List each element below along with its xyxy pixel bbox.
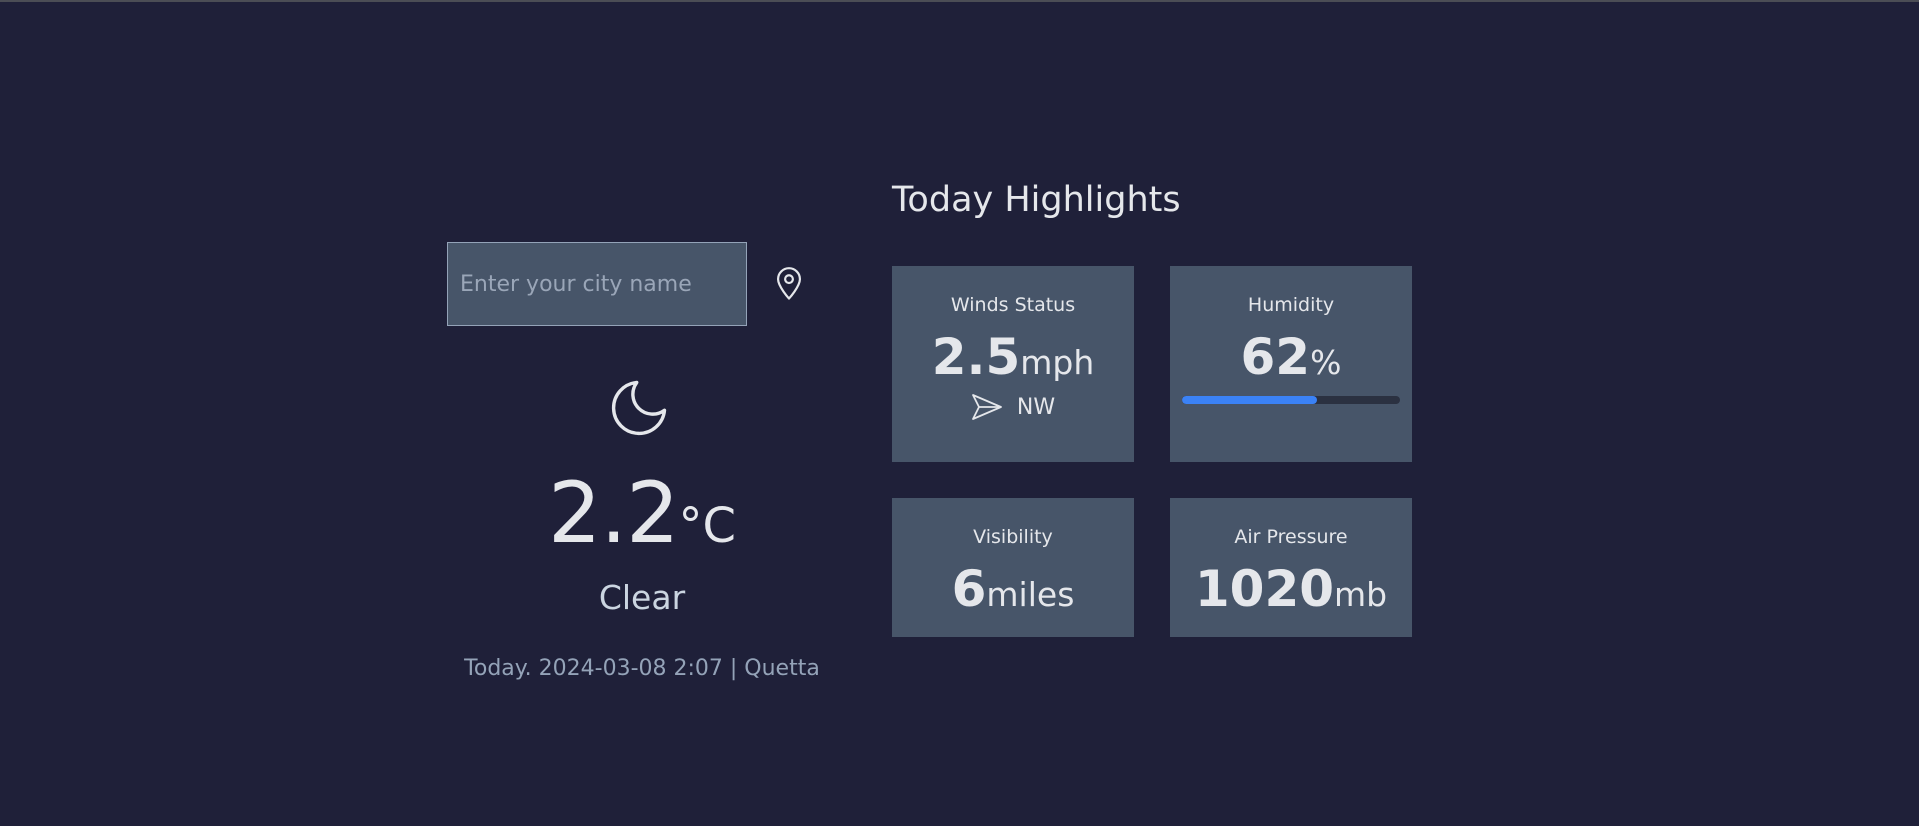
humidity-card-label: Humidity [1247, 294, 1335, 316]
visibility-card-label: Visibility [973, 526, 1053, 548]
weather-condition: Clear [598, 578, 686, 617]
humidity-unit: % [1310, 343, 1342, 382]
window-top-border [0, 0, 1919, 2]
location-button[interactable] [769, 264, 809, 304]
humidity-value-row: 62% [1170, 328, 1412, 386]
moon-icon [605, 374, 673, 442]
wind-direction-text: NW [1016, 394, 1056, 420]
temperature-value: 2.2 [547, 464, 680, 562]
air-pressure-value: 1020 [1194, 560, 1335, 618]
visibility-unit: miles [986, 575, 1075, 614]
wind-speed-value: 2.5 [931, 328, 1021, 386]
temperature-unit: °C [678, 498, 737, 554]
current-weather-panel: 2.2°C Clear Today. 2024-03-08 2:07 | Que… [447, 242, 820, 692]
visibility-value: 6 [951, 560, 987, 618]
temperature-display: 2.2°C [447, 464, 837, 562]
air-pressure-card-label: Air Pressure [1234, 526, 1348, 548]
wind-direction-row: NW [892, 392, 1134, 422]
humidity-card: Humidity 62% [1170, 266, 1412, 462]
date-location-text: Today. 2024-03-08 2:07 | Quetta [464, 656, 820, 681]
air-pressure-unit: mb [1334, 575, 1388, 614]
humidity-progress-bar [1182, 396, 1400, 404]
air-pressure-card: Air Pressure 1020mb [1170, 498, 1412, 637]
visibility-value-row: 6miles [892, 560, 1134, 618]
wind-card: Winds Status 2.5mph NW [892, 266, 1134, 462]
highlights-section: Today Highlights [892, 180, 1412, 220]
air-pressure-value-row: 1020mb [1170, 560, 1412, 618]
wind-speed-unit: mph [1020, 343, 1095, 382]
send-arrow-icon [971, 394, 1002, 420]
search-row [447, 242, 809, 326]
humidity-progress-fill [1182, 396, 1318, 404]
city-search-input[interactable] [447, 242, 747, 326]
highlights-title: Today Highlights [892, 180, 1181, 220]
visibility-card: Visibility 6miles [892, 498, 1134, 637]
map-pin-icon [776, 267, 802, 300]
wind-card-label: Winds Status [950, 294, 1076, 316]
humidity-value: 62 [1240, 328, 1311, 386]
wind-value-row: 2.5mph [892, 328, 1134, 386]
